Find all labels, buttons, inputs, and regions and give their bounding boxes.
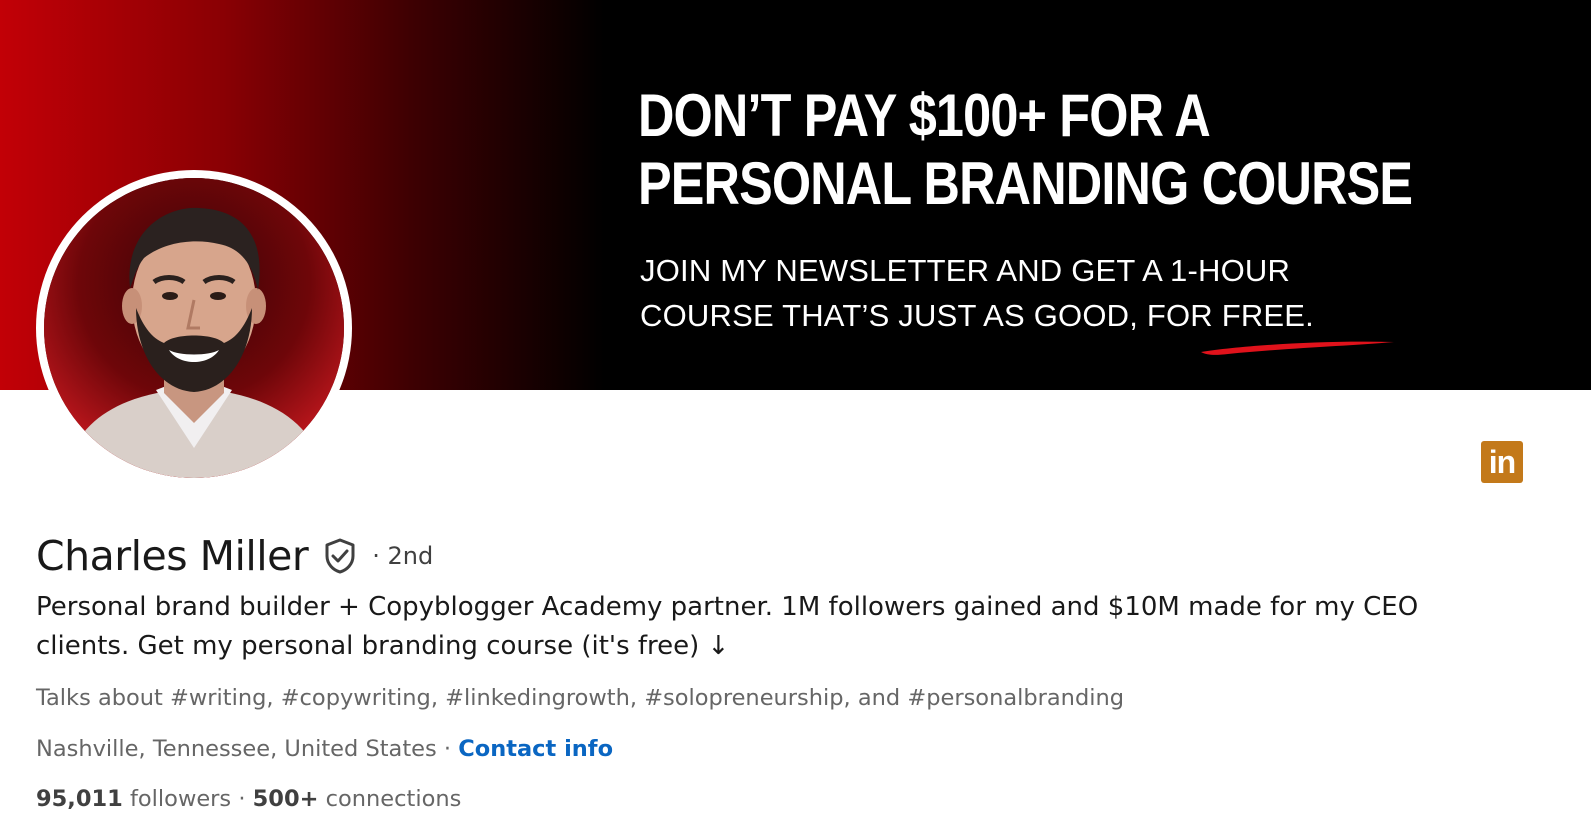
stats-separator: ·	[238, 786, 253, 812]
contact-info-link[interactable]: Contact info	[458, 736, 613, 762]
location-text: Nashville, Tennessee, United States	[36, 736, 437, 762]
avatar[interactable]	[44, 178, 344, 478]
location-separator: ·	[436, 736, 459, 762]
connections-link[interactable]: 500+ connections	[253, 786, 462, 812]
headline-line: clients. Get my personal branding course…	[36, 631, 730, 661]
avatar-portrait	[44, 178, 344, 478]
linkedin-icon[interactable]: in	[1481, 441, 1523, 483]
connection-degree: · 2nd	[372, 542, 434, 570]
profile-photo[interactable]	[36, 170, 352, 486]
name-row: Charles Miller · 2nd	[36, 528, 433, 584]
followers-label: followers	[129, 786, 232, 812]
followers-link[interactable]: 95,011 followers	[36, 786, 231, 812]
shield-check-icon[interactable]	[320, 536, 360, 576]
banner-headline: DON’T PAY $100+ FOR A PERSONAL BRANDING …	[638, 82, 1413, 218]
headline-line: Personal brand builder + Copyblogger Aca…	[36, 592, 1419, 622]
connections-label: connections	[325, 786, 462, 812]
banner-subtext: JOIN MY NEWSLETTER AND GET A 1-HOUR COUR…	[640, 248, 1314, 338]
profile-name: Charles Miller	[36, 532, 309, 580]
banner-headline-line: DON’T PAY $100+ FOR A	[638, 82, 1211, 149]
red-swoosh-underline	[1201, 341, 1394, 355]
banner-sub-line: JOIN MY NEWSLETTER AND GET A 1-HOUR	[640, 253, 1291, 288]
connections-count: 500+	[252, 786, 319, 812]
talks-about: Talks about #writing, #copywriting, #lin…	[36, 685, 1125, 711]
location-row: Nashville, Tennessee, United States · Co…	[36, 731, 613, 767]
profile-headline: Personal brand builder + Copyblogger Aca…	[36, 588, 1536, 666]
stats-row: 95,011 followers · 500+ connections	[36, 781, 461, 817]
banner-headline-line: PERSONAL BRANDING COURSE	[638, 150, 1413, 217]
banner-sub-line: COURSE THAT’S JUST AS GOOD, FOR FREE.	[640, 298, 1314, 333]
followers-count: 95,011	[36, 786, 123, 812]
